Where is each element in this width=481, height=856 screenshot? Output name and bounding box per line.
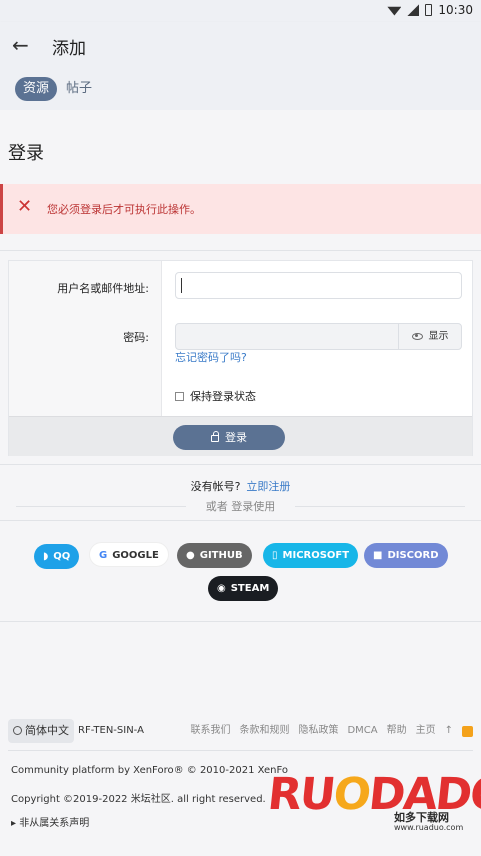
password-input[interactable]: 显示 (175, 323, 462, 350)
or-separator: 或者 登录使用 (16, 498, 465, 514)
app-bar: ← 添加 资源 帖子 (0, 22, 481, 110)
login-button-label: 登录 (225, 431, 247, 444)
google-label: GOOGLE (112, 550, 159, 561)
google-login-button[interactable]: G GOOGLE (89, 542, 169, 567)
error-alert: ✕ 您必须登录后才可执行此操作。 (0, 184, 481, 234)
rss-icon[interactable] (462, 725, 473, 737)
footer-link-terms[interactable]: 条款和规则 (239, 719, 289, 743)
footer-link-home[interactable]: 主页 (416, 719, 436, 743)
copyright-site: Copyright ©2019-2022 米坛社区. all right res… (11, 794, 266, 805)
signal-icon (407, 4, 420, 16)
login-button[interactable]: 登录 (173, 425, 285, 450)
lock-icon (211, 430, 219, 442)
forgot-password-link[interactable]: 忘记密码了吗? (175, 349, 247, 365)
username-input[interactable] (175, 272, 462, 299)
show-label: 显示 (428, 331, 449, 342)
keep-logged-in-checkbox[interactable]: 保持登录状态 (175, 388, 256, 404)
login-form: 用户名或邮件地址: 密码: 显示 忘记密码了吗? 保持登录状态 登录 (8, 260, 473, 456)
qq-login-button[interactable]: ◗ QQ (34, 544, 80, 569)
page-title: 登录 (8, 143, 44, 164)
appbar-title: 添加 (52, 39, 86, 59)
password-label: 密码: (123, 331, 149, 344)
language-chooser[interactable]: 简体中文 (8, 719, 74, 743)
signup-prompt: 没有帐号? 立即注册 (0, 478, 481, 494)
discord-icon: ■ (373, 550, 383, 561)
tab-threads[interactable]: 帖子 (58, 77, 100, 101)
error-icon: ✕ (17, 196, 33, 217)
footer-link-privacy[interactable]: 隐私政策 (298, 719, 338, 743)
footer-link-contact[interactable]: 联系我们 (190, 719, 230, 743)
disclaimer-toggle[interactable]: ▸ 非从属关系声明 (11, 814, 89, 829)
signup-text: 没有帐号? (190, 480, 241, 493)
divider (0, 464, 481, 465)
github-label: GITHUB (199, 550, 243, 561)
eye-icon (411, 332, 423, 340)
steam-label: STEAM (230, 583, 270, 594)
main-content: 登录 ✕ 您必须登录后才可执行此操作。 用户名或邮件地址: 密码: 显示 忘记密… (0, 110, 481, 856)
microsoft-login-button[interactable]: ▯ MICROSOFT (263, 543, 359, 568)
globe-icon (13, 725, 22, 735)
copyright-xenforo: Community platform by XenForo® © 2010-20… (11, 765, 289, 776)
tab-resources[interactable]: 资源 (15, 77, 58, 101)
divider (8, 750, 473, 751)
wifi-icon (387, 6, 402, 16)
battery-icon (425, 4, 433, 16)
github-login-button[interactable]: ● GITHUB (177, 543, 252, 568)
qq-label: QQ (53, 551, 71, 562)
show-password-button[interactable]: 显示 (398, 324, 461, 349)
status-bar: 10:30 (0, 0, 481, 22)
microsoft-label: MICROSOFT (282, 550, 350, 561)
divider (0, 621, 481, 622)
clock: 10:30 (438, 3, 473, 17)
divider (0, 250, 481, 251)
microsoft-icon: ▯ (272, 550, 278, 561)
discord-label: DISCORD (387, 550, 439, 561)
steam-login-button[interactable]: ◉ STEAM (208, 576, 279, 601)
footer-link-dmca[interactable]: DMCA (347, 719, 377, 743)
qq-icon: ◗ (43, 551, 49, 562)
footer-links: 联系我们 条款和规则 隐私政策 DMCA 帮助 主页 ↑ (190, 719, 473, 743)
steam-icon: ◉ (217, 583, 226, 594)
footer-nav: 简体中文 RF-TEN-SIN-A 联系我们 条款和规则 隐私政策 DMCA 帮… (8, 719, 473, 743)
register-link[interactable]: 立即注册 (246, 480, 290, 493)
watermark-text: RU (265, 769, 337, 820)
checkbox-icon (175, 391, 184, 401)
back-arrow-icon[interactable]: ← (12, 34, 34, 56)
language-label: 简体中文 (25, 724, 69, 737)
watermark-url: www.ruaduo.com (394, 823, 464, 832)
google-icon: G (99, 550, 108, 561)
form-footer: 登录 (9, 416, 472, 456)
text-caret (181, 278, 182, 293)
keep-logged-label: 保持登录状态 (190, 390, 256, 403)
divider (0, 520, 481, 521)
scroll-top-icon[interactable]: ↑ (445, 719, 453, 743)
watermark-logo: RUODADO 如多下载网 www.ruaduo.com (265, 769, 481, 846)
or-text: 或者 登录使用 (205, 500, 276, 513)
alert-message: 您必须登录后才可执行此操作。 (47, 203, 201, 216)
footer-link-help[interactable]: 帮助 (387, 719, 407, 743)
username-label: 用户名或邮件地址: (57, 282, 149, 295)
watermark-text: O (330, 769, 372, 820)
github-icon: ● (186, 550, 195, 561)
style-chooser[interactable]: RF-TEN-SIN-A (78, 719, 144, 743)
discord-login-button[interactable]: ■ DISCORD (364, 543, 448, 568)
